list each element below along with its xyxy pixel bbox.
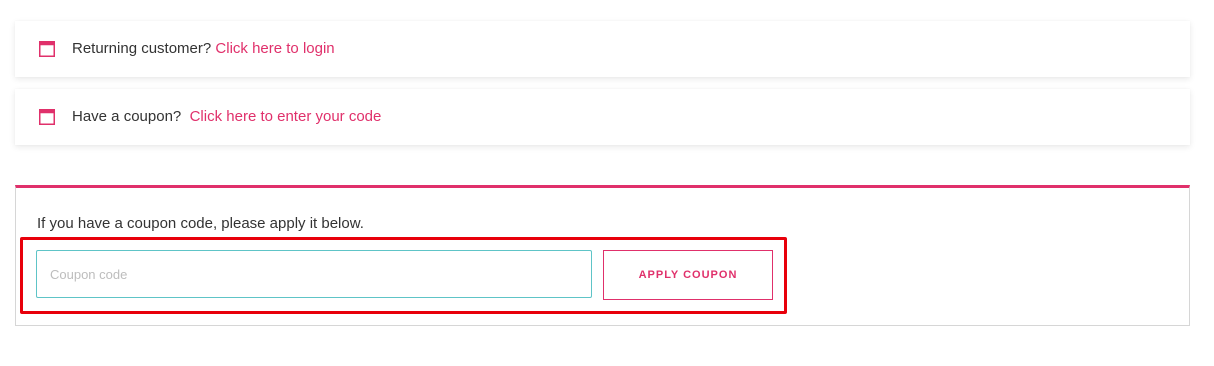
window-icon (39, 109, 55, 125)
returning-customer-label: Returning customer? (72, 40, 212, 57)
window-icon (39, 41, 55, 57)
enter-coupon-link[interactable]: Click here to enter your code (190, 108, 382, 125)
coupon-form: If you have a coupon code, please apply … (15, 185, 1190, 326)
apply-coupon-button[interactable]: APPLY COUPON (603, 250, 773, 300)
coupon-form-intro: If you have a coupon code, please apply … (37, 215, 364, 232)
coupon-message: Have a coupon? Click here to enter your … (72, 108, 381, 125)
login-link[interactable]: Click here to login (215, 40, 334, 57)
coupon-notice: Have a coupon? Click here to enter your … (15, 89, 1190, 145)
returning-customer-message: Returning customer? Click here to login (72, 40, 335, 57)
coupon-code-input[interactable] (36, 250, 592, 298)
returning-customer-notice: Returning customer? Click here to login (15, 21, 1190, 77)
coupon-label: Have a coupon? (72, 108, 182, 125)
